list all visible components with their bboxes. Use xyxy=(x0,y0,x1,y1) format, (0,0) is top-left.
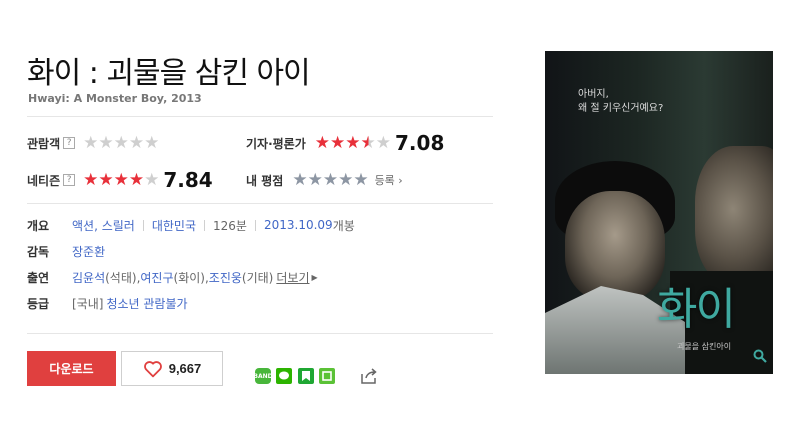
actor-role: (석태), xyxy=(105,270,141,285)
square-icon xyxy=(322,371,332,381)
overview-row: 개요 액션, 스릴러 대한민국 126분 2013.10.09 개봉 xyxy=(27,216,355,234)
download-button[interactable]: 다운로드 xyxy=(27,351,116,386)
divider xyxy=(27,333,493,334)
separator xyxy=(142,219,144,231)
country-link[interactable]: 대한민국 xyxy=(152,217,196,234)
star-icon: ★ xyxy=(113,132,129,153)
share-icon[interactable] xyxy=(360,367,378,385)
grade-link[interactable]: 청소년 관람불가 xyxy=(106,295,187,312)
grade-region: [국내] xyxy=(72,296,104,311)
help-icon[interactable]: ? xyxy=(63,174,76,186)
bookmark-icon[interactable] xyxy=(298,368,314,384)
grade-label: 등급 xyxy=(27,296,50,311)
star-icon: ★ xyxy=(330,132,346,153)
grade-row: 등급 [국내] 청소년 관람불가 xyxy=(27,294,188,312)
critics-rating: 기자·평론가 ★ ★ ★ ★ ★ 7.08 xyxy=(246,131,444,155)
like-button[interactable]: 9,667 xyxy=(121,351,223,386)
half-star-icon: ★ xyxy=(360,132,376,153)
genre-link[interactable]: 액션, 스릴러 xyxy=(72,217,135,234)
my-rating-label: 내 평점 xyxy=(246,173,284,188)
more-cast-link[interactable]: 더보기 xyxy=(276,269,309,286)
my-rating: 내 평점 ★ ★ ★ ★ ★ 등록 › xyxy=(246,168,403,192)
movie-poster[interactable]: 아버지, 왜 절 키우신거예요? 화이 괴물을 삼킨아이 xyxy=(545,51,773,374)
poster-subtitle: 괴물을 삼킨아이 xyxy=(677,342,732,351)
audience-rating: 관람객 ? ★ ★ ★ ★ ★ xyxy=(27,131,159,155)
star-icon: ★ xyxy=(98,169,114,190)
movie-title: 화이 : 괴물을 삼킨 아이 xyxy=(27,56,311,91)
speech-bubble-icon xyxy=(279,371,289,380)
star-icon: ★ xyxy=(83,169,99,190)
separator xyxy=(254,219,256,231)
netizen-score: 7.84 xyxy=(163,168,213,192)
movie-original-title: Hwayi: A Monster Boy, 2013 xyxy=(28,92,202,105)
release-suffix: 개봉 xyxy=(332,218,355,233)
star-icon: ★ xyxy=(83,132,99,153)
critics-rating-label: 기자·평론가 xyxy=(246,136,306,151)
divider xyxy=(27,116,493,117)
star-icon[interactable]: ★ xyxy=(323,171,338,189)
movie-info-panel: 화이 : 괴물을 삼킨 아이 Hwayi: A Monster Boy, 201… xyxy=(27,0,497,434)
line-icon[interactable] xyxy=(276,368,292,384)
poster-figure xyxy=(565,191,665,301)
star-icon: ★ xyxy=(98,132,114,153)
audience-rating-label: 관람객 xyxy=(27,136,61,151)
poster-figure xyxy=(695,146,773,286)
director-label: 감독 xyxy=(27,244,50,259)
release-date-link[interactable]: 2013.10.09 xyxy=(264,218,333,232)
star-icon: ★ xyxy=(128,132,145,153)
cast-label: 출연 xyxy=(27,270,50,285)
star-icon[interactable]: ★ xyxy=(308,171,323,189)
my-rating-stars[interactable]: ★ ★ ★ ★ ★ xyxy=(292,171,368,189)
director-link[interactable]: 장준환 xyxy=(72,243,105,260)
director-row: 감독 장준환 xyxy=(27,242,105,260)
bookmark-shape-icon xyxy=(302,371,310,381)
star-icon: ★ xyxy=(144,132,160,153)
like-count: 9,667 xyxy=(168,361,202,376)
register-rating-link[interactable]: 등록 › xyxy=(375,172,403,188)
cast-row: 출연 김윤석 (석태), 여진구 (화이), 조진웅 (기태) 더보기 ▶ xyxy=(27,268,318,286)
kakaostory-icon[interactable] xyxy=(319,368,335,384)
netizen-rating: 네티즌 ? ★ ★ ★ ★ ★ 7.84 xyxy=(27,168,213,192)
star-icon: ★ xyxy=(113,169,129,190)
star-icon[interactable]: ★ xyxy=(353,171,368,189)
star-icon: ★ xyxy=(345,132,361,153)
audience-stars: ★ ★ ★ ★ ★ xyxy=(83,132,160,153)
actor-link[interactable]: 김윤석 xyxy=(72,269,105,286)
heart-icon xyxy=(143,360,162,377)
actor-link[interactable]: 조진웅 xyxy=(209,269,242,286)
poster-tagline: 아버지, 왜 절 키우신거예요? xyxy=(578,89,664,114)
critics-stars: ★ ★ ★ ★ ★ xyxy=(314,132,392,153)
star-icon: ★ xyxy=(144,169,160,190)
netizen-stars: ★ ★ ★ ★ ★ xyxy=(83,169,160,190)
star-icon[interactable]: ★ xyxy=(338,171,353,189)
critics-score: 7.08 xyxy=(395,131,445,155)
runtime: 126분 xyxy=(213,218,247,233)
poster-title: 화이 xyxy=(657,284,736,335)
netizen-rating-label: 네티즌 xyxy=(27,173,61,188)
caret-right-icon: ▶ xyxy=(311,272,318,282)
magnifier-icon[interactable] xyxy=(753,349,767,363)
help-icon[interactable]: ? xyxy=(63,137,76,149)
overview-label: 개요 xyxy=(27,218,50,233)
separator xyxy=(204,219,206,231)
actor-link[interactable]: 여진구 xyxy=(140,269,173,286)
star-icon: ★ xyxy=(314,132,331,153)
band-icon[interactable]: BAND xyxy=(253,368,273,384)
actor-role: (기태) xyxy=(241,270,274,285)
star-icon: ★ xyxy=(128,169,145,190)
actor-role: (화이), xyxy=(173,270,209,285)
star-icon[interactable]: ★ xyxy=(292,171,307,189)
star-icon: ★ xyxy=(375,132,392,153)
divider xyxy=(27,203,493,204)
